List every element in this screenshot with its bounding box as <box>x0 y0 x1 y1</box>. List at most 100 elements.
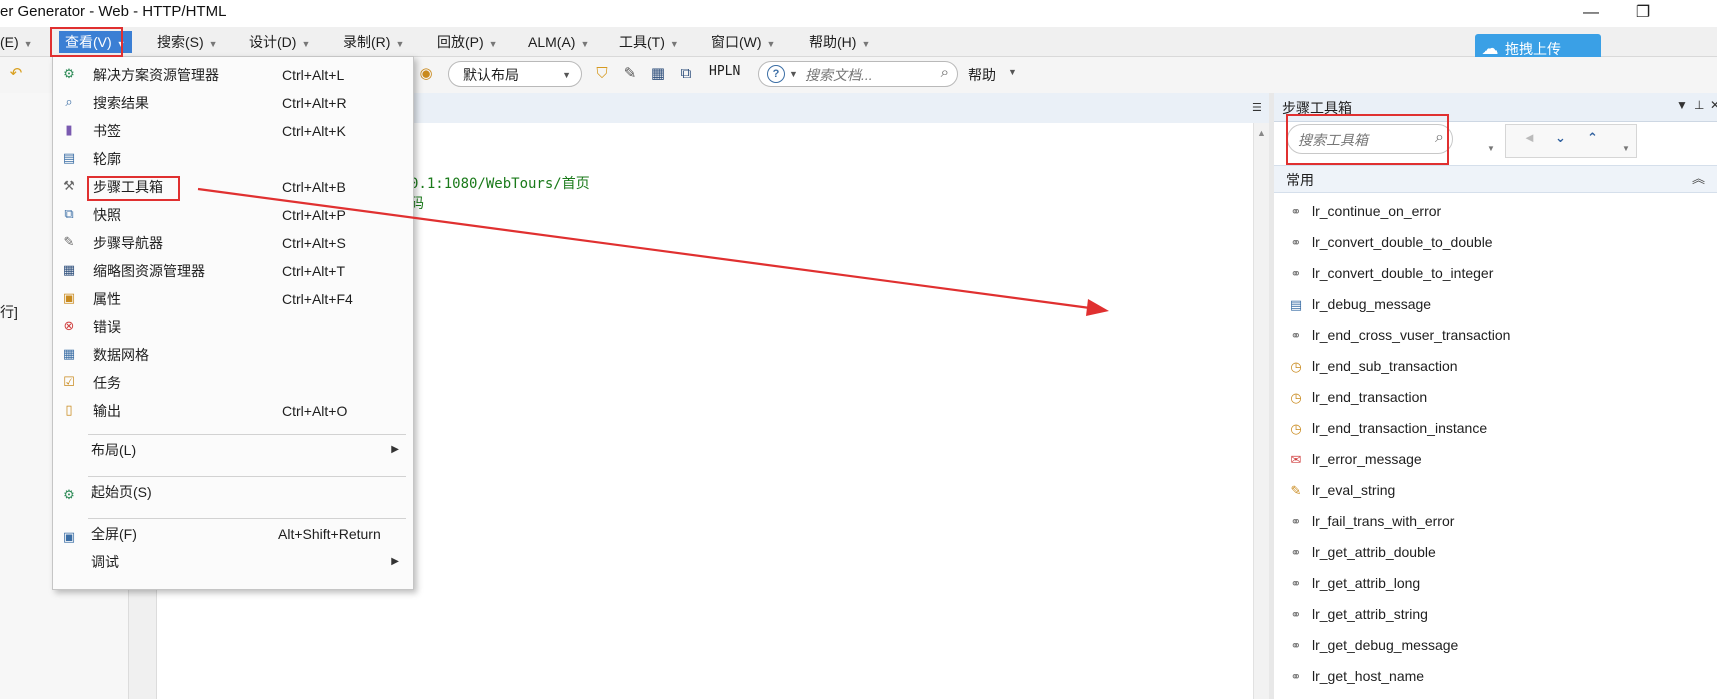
collapse-category-icon[interactable]: ︽ <box>1692 168 1705 187</box>
menu-replay[interactable]: 回放(P) ▼ <box>437 31 498 53</box>
search-icon[interactable]: ⌕ <box>941 64 949 81</box>
step-navigator-icon: ✎ <box>63 234 75 249</box>
toolbox-item[interactable]: ⚭ lr_get_attrib_double <box>1286 540 1436 564</box>
view-menu-item-fullscreen[interactable]: ▣ 全屏(F) Alt+Shift+Return <box>53 521 411 547</box>
view-menu-item-errors[interactable]: ⊗ 错误 <box>53 314 411 340</box>
doc-search-input[interactable] <box>803 65 927 85</box>
toolbox-item-label: lr_get_attrib_long <box>1312 575 1421 591</box>
chevron-down-icon: ▼ <box>208 39 218 49</box>
toolbox-item[interactable]: ⚭ lr_fail_trans_with_error <box>1286 509 1455 533</box>
search-results-icon: ⌕ <box>65 94 73 109</box>
view-menu-item-solution-explorer[interactable]: ⚙ 解决方案资源管理器 Ctrl+Alt+L <box>53 62 411 88</box>
link-icon: ⚭ <box>1290 576 1302 591</box>
view-menu-item-start-page[interactable]: ⚙ 起始页(S) <box>53 479 411 505</box>
menu-record[interactable]: 录制(R) ▼ <box>343 31 404 53</box>
toolbox-item-label: lr_end_transaction <box>1312 389 1428 405</box>
menu-alm-label: ALM(A) <box>528 34 576 50</box>
data-grid-icon: ▦ <box>62 346 76 361</box>
back-arrow-icon[interactable]: ◄ <box>1523 130 1536 145</box>
view-menu-item-debug[interactable]: 调试 ▶ <box>53 549 411 575</box>
restore-icon[interactable]: ❐ <box>1632 2 1654 24</box>
expand-all-icon[interactable]: ⌄ <box>1555 130 1566 146</box>
errors-icon: ⊗ <box>63 318 75 333</box>
submenu-arrow-icon: ▶ <box>391 556 399 567</box>
view-menu-item-search-results[interactable]: ⌕ 搜索结果 Ctrl+Alt+R <box>53 90 411 116</box>
toolbox-item[interactable]: ⚭ lr_end_cross_vuser_transaction <box>1286 323 1511 347</box>
link-icon: ⚭ <box>1290 328 1302 343</box>
step-toolbox-icon: ⚒ <box>63 178 75 193</box>
toolbox-item-label: lr_eval_string <box>1312 482 1396 498</box>
help-label[interactable]: 帮助 <box>968 65 996 85</box>
minimize-icon[interactable]: — <box>1580 2 1602 24</box>
help-icon[interactable]: ? <box>767 65 785 83</box>
shield-icon[interactable]: ⛉ <box>592 64 612 84</box>
step-navigator-icon[interactable]: ✎ <box>620 64 640 84</box>
toolbox-item[interactable]: ◷ lr_end_transaction <box>1286 385 1427 409</box>
menu-design[interactable]: 设计(D) ▼ <box>249 31 310 53</box>
view-menu-item-tasks[interactable]: ☑ 任务 <box>53 370 411 396</box>
menu-item-label: 搜索结果 <box>93 95 149 111</box>
toolbox-item[interactable]: ⚭ lr_convert_double_to_integer <box>1286 261 1494 285</box>
view-menu-item-layout[interactable]: 布局(L) ▶ <box>53 437 411 463</box>
chevron-down-icon[interactable]: ▼ <box>1622 144 1630 153</box>
view-menu-item-data-grid[interactable]: ▦ 数据网格 <box>53 342 411 368</box>
menu-separator <box>88 434 406 435</box>
chevron-down-icon: ▼ <box>562 70 571 80</box>
layout-select[interactable]: 默认布局 ▼ <box>448 61 582 87</box>
toolbox-item-label: lr_convert_double_to_integer <box>1312 265 1494 281</box>
thumbnail-grid-icon[interactable]: ▦ <box>648 64 668 84</box>
snapshot-icon[interactable]: ⧉ <box>676 64 696 84</box>
panel-dropdown-icon[interactable]: ▼ <box>1676 98 1688 112</box>
undo-icon[interactable]: ↶ <box>6 64 26 84</box>
toolbox-item[interactable]: ⚭ lr_get_debug_message <box>1286 633 1459 657</box>
view-menu-item-thumbnail-explorer[interactable]: ▦ 缩略图资源管理器 Ctrl+Alt+T <box>53 258 411 284</box>
left-panel-label: 行] <box>0 304 18 320</box>
toolbox-item[interactable]: ▤ lr_debug_message <box>1286 292 1431 316</box>
view-menu-item-bookmarks[interactable]: ▮ 书签 Ctrl+Alt+K <box>53 118 411 144</box>
toolbox-item[interactable]: ✎ lr_eval_string <box>1286 478 1396 502</box>
view-menu-item-properties[interactable]: ▣ 属性 Ctrl+Alt+F4 <box>53 286 411 312</box>
scroll-up-icon[interactable]: ▲ <box>1257 128 1266 138</box>
toolbox-item[interactable]: ⚭ lr_get_attrib_long <box>1286 571 1421 595</box>
chevron-down-icon[interactable]: ▼ <box>1487 144 1495 153</box>
transaction-icon: ◷ <box>1290 390 1302 405</box>
chevron-down-icon[interactable]: ▼ <box>789 69 798 79</box>
submenu-arrow-icon: ▶ <box>391 444 399 455</box>
toolbox-item[interactable]: ⚭ lr_continue_on_error <box>1286 199 1442 223</box>
menu-alm[interactable]: ALM(A) ▼ <box>528 31 589 53</box>
toolbox-item[interactable]: ◷ lr_end_transaction_instance <box>1286 416 1487 440</box>
record-icon[interactable]: ◉ <box>416 64 436 84</box>
toolbox-item[interactable]: ⚭ lr_convert_double_to_double <box>1286 230 1493 254</box>
view-menu-item-snapshot[interactable]: ⧉ 快照 Ctrl+Alt+P <box>53 202 411 228</box>
toolbox-item[interactable]: ⚭ lr_get_host_name <box>1286 664 1425 688</box>
hpln-button[interactable]: HPLN <box>709 64 740 79</box>
menu-search[interactable]: 搜索(S) ▼ <box>157 31 218 53</box>
link-icon: ⚭ <box>1290 514 1302 529</box>
close-icon[interactable]: ✕ <box>1710 98 1717 112</box>
view-menu-item-step-navigator[interactable]: ✎ 步骤导航器 Ctrl+Alt+S <box>53 230 411 256</box>
menu-window[interactable]: 窗口(W) ▼ <box>711 31 775 53</box>
menu-help[interactable]: 帮助(H) ▼ <box>809 31 870 53</box>
toolbox-item[interactable]: ⚭ lr_get_attrib_string <box>1286 602 1428 626</box>
toolbox-item[interactable]: ◷ lr_end_sub_transaction <box>1286 354 1457 378</box>
outline-icon: ▤ <box>62 150 76 165</box>
fullscreen-icon: ▣ <box>62 529 76 544</box>
editor-tabs-dropdown-icon[interactable]: ☰ <box>1252 101 1262 114</box>
tasks-icon: ☑ <box>63 374 75 389</box>
editor-scrollbar[interactable]: ▲ <box>1253 123 1270 699</box>
menu-item-shortcut: Ctrl+Alt+K <box>282 123 346 139</box>
pin-icon[interactable]: ⊥ <box>1694 98 1704 112</box>
view-menu-item-outline[interactable]: ▤ 轮廓 <box>53 146 411 172</box>
menu-tools[interactable]: 工具(T) ▼ <box>619 31 679 53</box>
toolbox-category-header[interactable] <box>1274 165 1717 193</box>
menu-edit[interactable]: (E) ▼ <box>0 31 33 53</box>
toolbox-item[interactable]: ✉ lr_error_message <box>1286 447 1422 471</box>
menu-window-label: 窗口(W) <box>711 34 762 50</box>
transaction-icon: ◷ <box>1290 359 1302 374</box>
chevron-down-icon[interactable]: ▼ <box>1008 67 1017 77</box>
menu-separator <box>88 518 406 519</box>
menu-item-shortcut: Ctrl+Alt+T <box>282 263 346 279</box>
collapse-all-icon[interactable]: ⌃ <box>1587 130 1598 146</box>
view-menu-item-output[interactable]: ▯ 输出 Ctrl+Alt+O <box>53 398 411 424</box>
toolbox-item-label: lr_end_cross_vuser_transaction <box>1312 327 1511 343</box>
